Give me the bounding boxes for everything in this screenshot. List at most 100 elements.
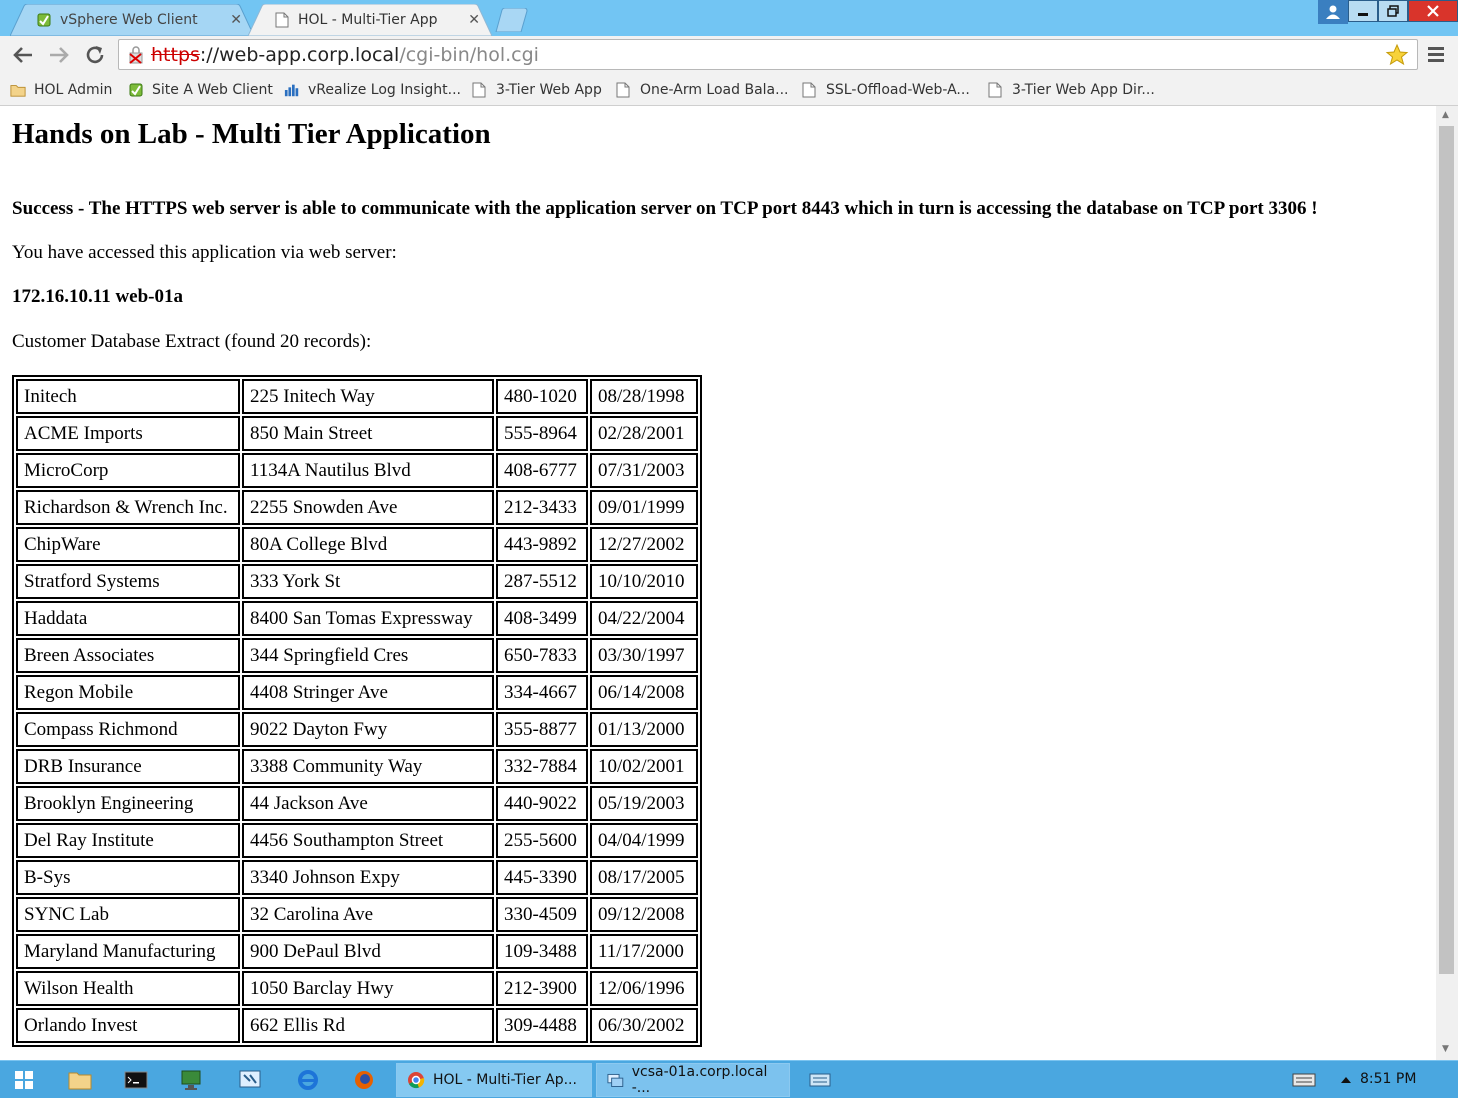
scroll-down-arrow-icon[interactable]: ▼ — [1442, 1044, 1449, 1054]
new-tab-button[interactable] — [490, 8, 532, 32]
address-cell: 9022 Dayton Fwy — [242, 712, 494, 747]
restore-icon — [1387, 5, 1399, 17]
address-cell: 4456 Southampton Street — [242, 823, 494, 858]
url-scheme: https — [151, 43, 200, 66]
url-host: ://web-app.corp.local — [199, 43, 400, 66]
forward-button[interactable] — [46, 42, 72, 68]
table-row: Brooklyn Engineering 44 Jackson Ave 440-90… — [16, 786, 698, 821]
address-bar[interactable]: https://web-app.corp.local/cgi-bin/hol.c… — [118, 39, 1418, 70]
date-cell: 12/06/1996 — [590, 971, 698, 1006]
chart-icon — [284, 82, 300, 98]
remote-session-icon — [181, 1070, 201, 1090]
date-cell: 08/28/1998 — [590, 379, 698, 414]
company-cell: Richardson & Wrench Inc. — [16, 490, 240, 525]
table-row: Del Ray Institute 4456 Southampton Street… — [16, 823, 698, 858]
date-cell: 10/02/2001 — [590, 749, 698, 784]
keyboard-button[interactable] — [808, 1068, 832, 1092]
browser-toolbar: https://web-app.corp.local/cgi-bin/hol.c… — [0, 36, 1458, 74]
taskbar-app-label: vcsa-01a.corp.local -... — [631, 1064, 768, 1096]
firefox-button[interactable] — [352, 1068, 376, 1092]
file-explorer-icon — [68, 1072, 92, 1090]
address-cell: 344 Springfield Cres — [242, 638, 494, 673]
phone-cell: 334-4667 — [496, 675, 588, 710]
taskbar-app-label: HOL - Multi-Tier Ap... — [433, 1072, 577, 1088]
tab-label: vSphere Web Client — [60, 12, 198, 28]
date-cell: 01/13/2000 — [590, 712, 698, 747]
close-window-button[interactable] — [1408, 0, 1458, 22]
back-arrow-icon — [13, 47, 32, 63]
table-row: ACME Imports 850 Main Street 555-8964 02/28… — [16, 416, 698, 451]
browser-menu-icon[interactable] — [1426, 44, 1446, 64]
company-cell: Initech — [16, 379, 240, 414]
file-explorer-button[interactable] — [68, 1068, 92, 1092]
insecure-lock-icon[interactable] — [127, 45, 147, 65]
table-row: Initech 225 Initech Way 480-1020 08/28/1998 — [16, 379, 698, 414]
vertical-scrollbar[interactable]: ▲ ▼ — [1436, 106, 1458, 1060]
touch-keyboard-button[interactable] — [1292, 1068, 1316, 1092]
close-tab-icon[interactable]: ✕ — [468, 12, 480, 28]
company-cell: MicroCorp — [16, 453, 240, 488]
bookmark-star-icon[interactable] — [1385, 43, 1409, 72]
phone-cell: 212-3433 — [496, 490, 588, 525]
date-cell: 10/10/2010 — [590, 564, 698, 599]
customer-table: Initech 225 Initech Way 480-1020 08/28/1998… — [12, 375, 702, 1047]
bookmark-ssl-offload-web-app[interactable]: SSL-Offload-Web-A... — [802, 80, 970, 100]
url-path: /cgi-bin/hol.cgi — [399, 43, 539, 66]
table-row: DRB Insurance 3388 Community Way 332-7884 1… — [16, 749, 698, 784]
bookmark-hol-admin[interactable]: HOL Admin — [10, 80, 112, 100]
table-row: Maryland Manufacturing 900 DePaul Blvd 109… — [16, 934, 698, 969]
minimize-icon — [1358, 13, 1368, 16]
company-cell: Regon Mobile — [16, 675, 240, 710]
company-cell: Maryland Manufacturing — [16, 934, 240, 969]
back-button[interactable] — [10, 42, 36, 68]
remote-session-button[interactable] — [180, 1068, 204, 1092]
bookmark-label: vRealize Log Insight... — [308, 82, 462, 98]
phone-cell: 109-3488 — [496, 934, 588, 969]
start-button[interactable] — [12, 1068, 36, 1092]
table-row: ChipWare 80A College Blvd 443-9892 12/27/20… — [16, 527, 698, 562]
minimize-button[interactable] — [1348, 0, 1378, 22]
date-cell: 06/14/2008 — [590, 675, 698, 710]
restore-button[interactable] — [1378, 0, 1408, 22]
database-extract-heading: Customer Database Extract (found 20 reco… — [12, 331, 372, 352]
close-tab-icon[interactable]: ✕ — [230, 12, 242, 28]
address-cell: 900 DePaul Blvd — [242, 934, 494, 969]
table-row: MicroCorp 1134A Nautilus Blvd 408-6777 07/3… — [16, 453, 698, 488]
vsphere-icon — [128, 82, 144, 98]
bookmark-label: SSL-Offload-Web-A... — [826, 82, 970, 98]
bookmark-one-arm-load-balancer[interactable]: One-Arm Load Bala... — [616, 80, 788, 100]
user-profile-button[interactable] — [1318, 0, 1348, 24]
tab-hol-multi-tier-app[interactable]: HOL - Multi-Tier App ✕ — [248, 4, 492, 36]
taskbar-clock[interactable]: 8:51 PM — [1360, 1071, 1416, 1087]
tab-vsphere-web-client[interactable]: vSphere Web Client ✕ — [10, 4, 254, 36]
taskbar-app-chrome[interactable]: HOL - Multi-Tier Ap... — [396, 1063, 592, 1097]
phone-cell: 445-3390 — [496, 860, 588, 895]
command-prompt-button[interactable] — [124, 1068, 148, 1092]
page-icon — [988, 82, 1004, 98]
internet-explorer-button[interactable] — [296, 1068, 320, 1092]
keyboard-icon — [1292, 1073, 1316, 1087]
bookmark-site-a-web-client[interactable]: Site A Web Client — [128, 80, 273, 100]
address-cell: 8400 San Tomas Expressway — [242, 601, 494, 636]
address-cell: 80A College Blvd — [242, 527, 494, 562]
scroll-up-arrow-icon[interactable]: ▲ — [1442, 110, 1449, 120]
taskbar-app-remote-desktop[interactable]: vcsa-01a.corp.local -... — [596, 1063, 790, 1097]
phone-cell: 255-5600 — [496, 823, 588, 858]
tab-label: HOL - Multi-Tier App — [298, 12, 438, 28]
putty-button[interactable] — [238, 1068, 262, 1092]
bookmark-3-tier-web-app-dir[interactable]: 3-Tier Web App Dir... — [988, 80, 1155, 100]
phone-cell: 332-7884 — [496, 749, 588, 784]
phone-cell: 440-9022 — [496, 786, 588, 821]
date-cell: 03/30/1997 — [590, 638, 698, 673]
scrollbar-thumb[interactable] — [1439, 126, 1454, 974]
company-cell: Stratford Systems — [16, 564, 240, 599]
bookmark-vrealize-log-insight[interactable]: vRealize Log Insight... — [284, 80, 461, 100]
close-icon — [1427, 5, 1439, 17]
reload-button[interactable] — [82, 42, 108, 68]
remote-desktop-icon — [607, 1073, 624, 1087]
bookmark-3-tier-web-app[interactable]: 3-Tier Web App — [472, 80, 602, 100]
terminal-icon — [239, 1070, 261, 1088]
date-cell: 09/01/1999 — [590, 490, 698, 525]
show-hidden-icons-button[interactable] — [1334, 1068, 1358, 1092]
date-cell: 09/12/2008 — [590, 897, 698, 932]
